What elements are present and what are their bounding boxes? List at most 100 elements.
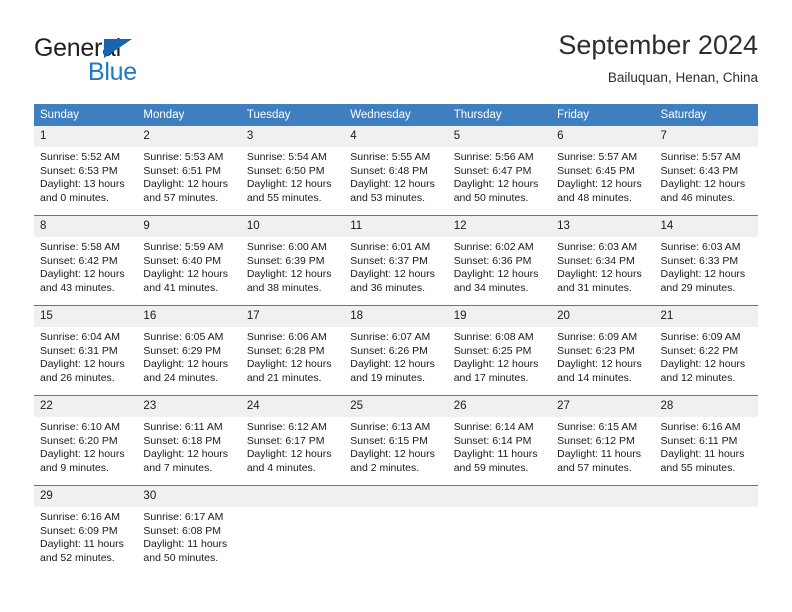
calendar-day-cell[interactable]: 8 Sunrise: 5:58 AM Sunset: 6:42 PM Daylight… — [34, 215, 138, 306]
daylight-text-line2: and 26 minutes. — [40, 371, 115, 384]
calendar-day-cell[interactable]: 29 Sunrise: 6:16 AM Sunset: 6:09 PM Dayligh… — [34, 485, 138, 575]
daylight-text-line2: and 50 minutes. — [143, 551, 219, 564]
weekday-header-monday: Monday — [137, 104, 241, 126]
day-number: 28 — [654, 396, 758, 417]
sunrise-text: Sunrise: 5:55 AM — [350, 151, 431, 163]
calendar-day-cell[interactable]: 21 Sunrise: 6:09 AM Sunset: 6:22 PM Dayligh… — [654, 305, 758, 396]
day-info: Sunrise: 6:13 AM Sunset: 6:15 PM Daylight:… — [344, 417, 447, 475]
daylight-text-line2: and 29 minutes. — [660, 281, 736, 294]
calendar-day-cell[interactable]: 20 Sunrise: 6:09 AM Sunset: 6:23 PM Dayligh… — [551, 305, 655, 396]
calendar-day-cell[interactable]: 14 Sunrise: 6:03 AM Sunset: 6:33 PM Dayligh… — [654, 215, 758, 306]
daylight-text-line1: Daylight: 12 hours — [40, 358, 125, 371]
daylight-text-line2: and 4 minutes. — [246, 461, 316, 474]
calendar-day-cell[interactable]: 30 Sunrise: 6:17 AM Sunset: 6:08 PM Dayligh… — [137, 485, 241, 575]
day-info: Sunrise: 6:05 AM Sunset: 6:29 PM Daylight:… — [137, 327, 240, 385]
calendar-day-cell[interactable]: 23 Sunrise: 6:11 AM Sunset: 6:18 PM Dayligh… — [137, 395, 241, 486]
daylight-text-line2: and 55 minutes. — [246, 191, 322, 204]
sunset-text: Sunset: 6:29 PM — [143, 344, 222, 357]
calendar-day-cell[interactable]: 2 Sunrise: 5:53 AM Sunset: 6:51 PM Daylight… — [137, 126, 241, 216]
day-info: Sunrise: 6:09 AM Sunset: 6:23 PM Daylight:… — [551, 327, 654, 385]
calendar-day-cell[interactable]: 13 Sunrise: 6:03 AM Sunset: 6:34 PM Dayligh… — [551, 215, 655, 306]
weekday-header-tuesday: Tuesday — [240, 104, 345, 126]
calendar-day-cell[interactable] — [447, 485, 552, 575]
day-number: 6 — [551, 126, 655, 147]
calendar-day-cell[interactable] — [240, 485, 345, 575]
calendar-day-cell[interactable]: 7 Sunrise: 5:57 AM Sunset: 6:43 PM Daylight… — [654, 126, 758, 216]
day-info: Sunrise: 5:58 AM Sunset: 6:42 PM Daylight:… — [34, 237, 137, 295]
sunset-text: Sunset: 6:39 PM — [246, 254, 325, 267]
calendar-week-row: 29 Sunrise: 6:16 AM Sunset: 6:09 PM Dayligh… — [34, 485, 758, 575]
calendar-day-cell[interactable]: 9 Sunrise: 5:59 AM Sunset: 6:40 PM Daylight… — [137, 215, 241, 306]
brand-logo[interactable]: General Blue — [34, 34, 254, 86]
day-number: 4 — [344, 126, 448, 147]
sunrise-text: Sunrise: 6:01 AM — [350, 241, 431, 253]
daylight-text-line2: and 17 minutes. — [453, 371, 529, 384]
day-info: Sunrise: 6:00 AM Sunset: 6:39 PM Daylight:… — [241, 237, 344, 295]
daylight-text-line2: and 43 minutes. — [40, 281, 115, 294]
daylight-text-line1: Daylight: 11 hours — [143, 538, 228, 551]
calendar-day-cell[interactable]: 19 Sunrise: 6:08 AM Sunset: 6:25 PM Dayligh… — [447, 305, 552, 396]
calendar-day-cell[interactable]: 18 Sunrise: 6:07 AM Sunset: 6:26 PM Dayligh… — [344, 305, 448, 396]
calendar-day-cell[interactable] — [654, 485, 758, 575]
calendar-day-cell[interactable]: 17 Sunrise: 6:06 AM Sunset: 6:28 PM Dayligh… — [240, 305, 345, 396]
sunrise-text: Sunrise: 5:57 AM — [660, 151, 741, 163]
day-info: Sunrise: 6:06 AM Sunset: 6:28 PM Daylight:… — [241, 327, 344, 385]
page-header: General Blue September 2024 Bailuquan, H… — [0, 0, 792, 100]
daylight-text-line1: Daylight: 12 hours — [40, 268, 125, 281]
calendar-day-cell[interactable]: 6 Sunrise: 5:57 AM Sunset: 6:45 PM Daylight… — [551, 126, 655, 216]
weekday-header-thursday: Thursday — [447, 104, 552, 126]
daylight-text-line1: Daylight: 12 hours — [246, 448, 332, 461]
day-cell-inner — [447, 486, 552, 575]
calendar-day-cell[interactable]: 4 Sunrise: 5:55 AM Sunset: 6:48 PM Daylight… — [344, 126, 448, 216]
day-number: 21 — [654, 306, 758, 327]
calendar-day-cell[interactable] — [344, 485, 448, 575]
daylight-text-line1: Daylight: 12 hours — [350, 178, 435, 191]
calendar-week-row: 15 Sunrise: 6:04 AM Sunset: 6:31 PM Dayligh… — [34, 305, 758, 396]
calendar-day-cell[interactable]: 16 Sunrise: 6:05 AM Sunset: 6:29 PM Dayligh… — [137, 305, 241, 396]
day-cell-inner: 8 Sunrise: 5:58 AM Sunset: 6:42 PM Daylight… — [34, 216, 138, 305]
calendar-day-cell[interactable]: 1 Sunrise: 5:52 AM Sunset: 6:53 PM Daylight… — [34, 126, 138, 216]
sunset-text: Sunset: 6:34 PM — [557, 254, 635, 267]
day-cell-inner: 5 Sunrise: 5:56 AM Sunset: 6:47 PM Daylight… — [447, 126, 552, 215]
sunset-text: Sunset: 6:45 PM — [557, 164, 635, 177]
daylight-text-line1: Daylight: 12 hours — [246, 178, 332, 191]
calendar-day-cell[interactable]: 26 Sunrise: 6:14 AM Sunset: 6:14 PM Dayligh… — [447, 395, 552, 486]
day-info: Sunrise: 6:02 AM Sunset: 6:36 PM Daylight:… — [448, 237, 551, 295]
sunrise-text: Sunrise: 6:11 AM — [143, 421, 223, 433]
calendar-day-cell[interactable]: 10 Sunrise: 6:00 AM Sunset: 6:39 PM Dayligh… — [240, 215, 345, 306]
calendar-day-cell[interactable]: 11 Sunrise: 6:01 AM Sunset: 6:37 PM Dayligh… — [344, 215, 448, 306]
calendar-day-cell[interactable]: 15 Sunrise: 6:04 AM Sunset: 6:31 PM Dayligh… — [34, 305, 138, 396]
calendar-day-cell[interactable]: 28 Sunrise: 6:16 AM Sunset: 6:11 PM Dayligh… — [654, 395, 758, 486]
calendar-container: Sunday Monday Tuesday Wednesday Thursday… — [34, 104, 758, 575]
calendar-day-cell[interactable]: 3 Sunrise: 5:54 AM Sunset: 6:50 PM Daylight… — [240, 126, 345, 216]
calendar-day-cell[interactable]: 27 Sunrise: 6:15 AM Sunset: 6:12 PM Dayligh… — [551, 395, 655, 486]
daylight-text-line1: Daylight: 12 hours — [453, 178, 539, 191]
sunset-text: Sunset: 6:18 PM — [143, 434, 222, 447]
daylight-text-line2: and 34 minutes. — [453, 281, 529, 294]
calendar-day-cell[interactable]: 22 Sunrise: 6:10 AM Sunset: 6:20 PM Dayligh… — [34, 395, 138, 486]
daylight-text-line1: Daylight: 12 hours — [143, 358, 229, 371]
sunset-text: Sunset: 6:43 PM — [660, 164, 739, 177]
calendar-day-cell[interactable] — [551, 485, 655, 575]
sunset-text: Sunset: 6:08 PM — [143, 524, 222, 537]
daylight-text-line1: Daylight: 12 hours — [453, 268, 539, 281]
day-cell-inner: 24 Sunrise: 6:12 AM Sunset: 6:17 PM Dayligh… — [240, 396, 345, 485]
day-cell-inner: 18 Sunrise: 6:07 AM Sunset: 6:26 PM Dayligh… — [344, 306, 448, 395]
weekday-header-wednesday: Wednesday — [344, 104, 448, 126]
sunrise-text: Sunrise: 5:54 AM — [246, 151, 327, 163]
day-number — [654, 486, 758, 507]
calendar-day-cell[interactable]: 25 Sunrise: 6:13 AM Sunset: 6:15 PM Dayligh… — [344, 395, 448, 486]
daylight-text-line2: and 19 minutes. — [350, 371, 425, 384]
daylight-text-line2: and 59 minutes. — [453, 461, 529, 474]
calendar-day-cell[interactable]: 24 Sunrise: 6:12 AM Sunset: 6:17 PM Dayligh… — [240, 395, 345, 486]
daylight-text-line1: Daylight: 11 hours — [557, 448, 641, 461]
daylight-text-line1: Daylight: 12 hours — [660, 358, 746, 371]
day-info: Sunrise: 6:17 AM Sunset: 6:08 PM Daylight:… — [137, 507, 240, 565]
calendar-day-cell[interactable]: 5 Sunrise: 5:56 AM Sunset: 6:47 PM Daylight… — [447, 126, 552, 216]
sunrise-text: Sunrise: 5:53 AM — [143, 151, 224, 163]
sunrise-text: Sunrise: 6:12 AM — [246, 421, 327, 433]
calendar-day-cell[interactable]: 12 Sunrise: 6:02 AM Sunset: 6:36 PM Dayligh… — [447, 215, 552, 306]
sunset-text: Sunset: 6:28 PM — [246, 344, 325, 357]
day-cell-inner: 23 Sunrise: 6:11 AM Sunset: 6:18 PM Dayligh… — [137, 396, 241, 485]
daylight-text-line2: and 41 minutes. — [143, 281, 219, 294]
